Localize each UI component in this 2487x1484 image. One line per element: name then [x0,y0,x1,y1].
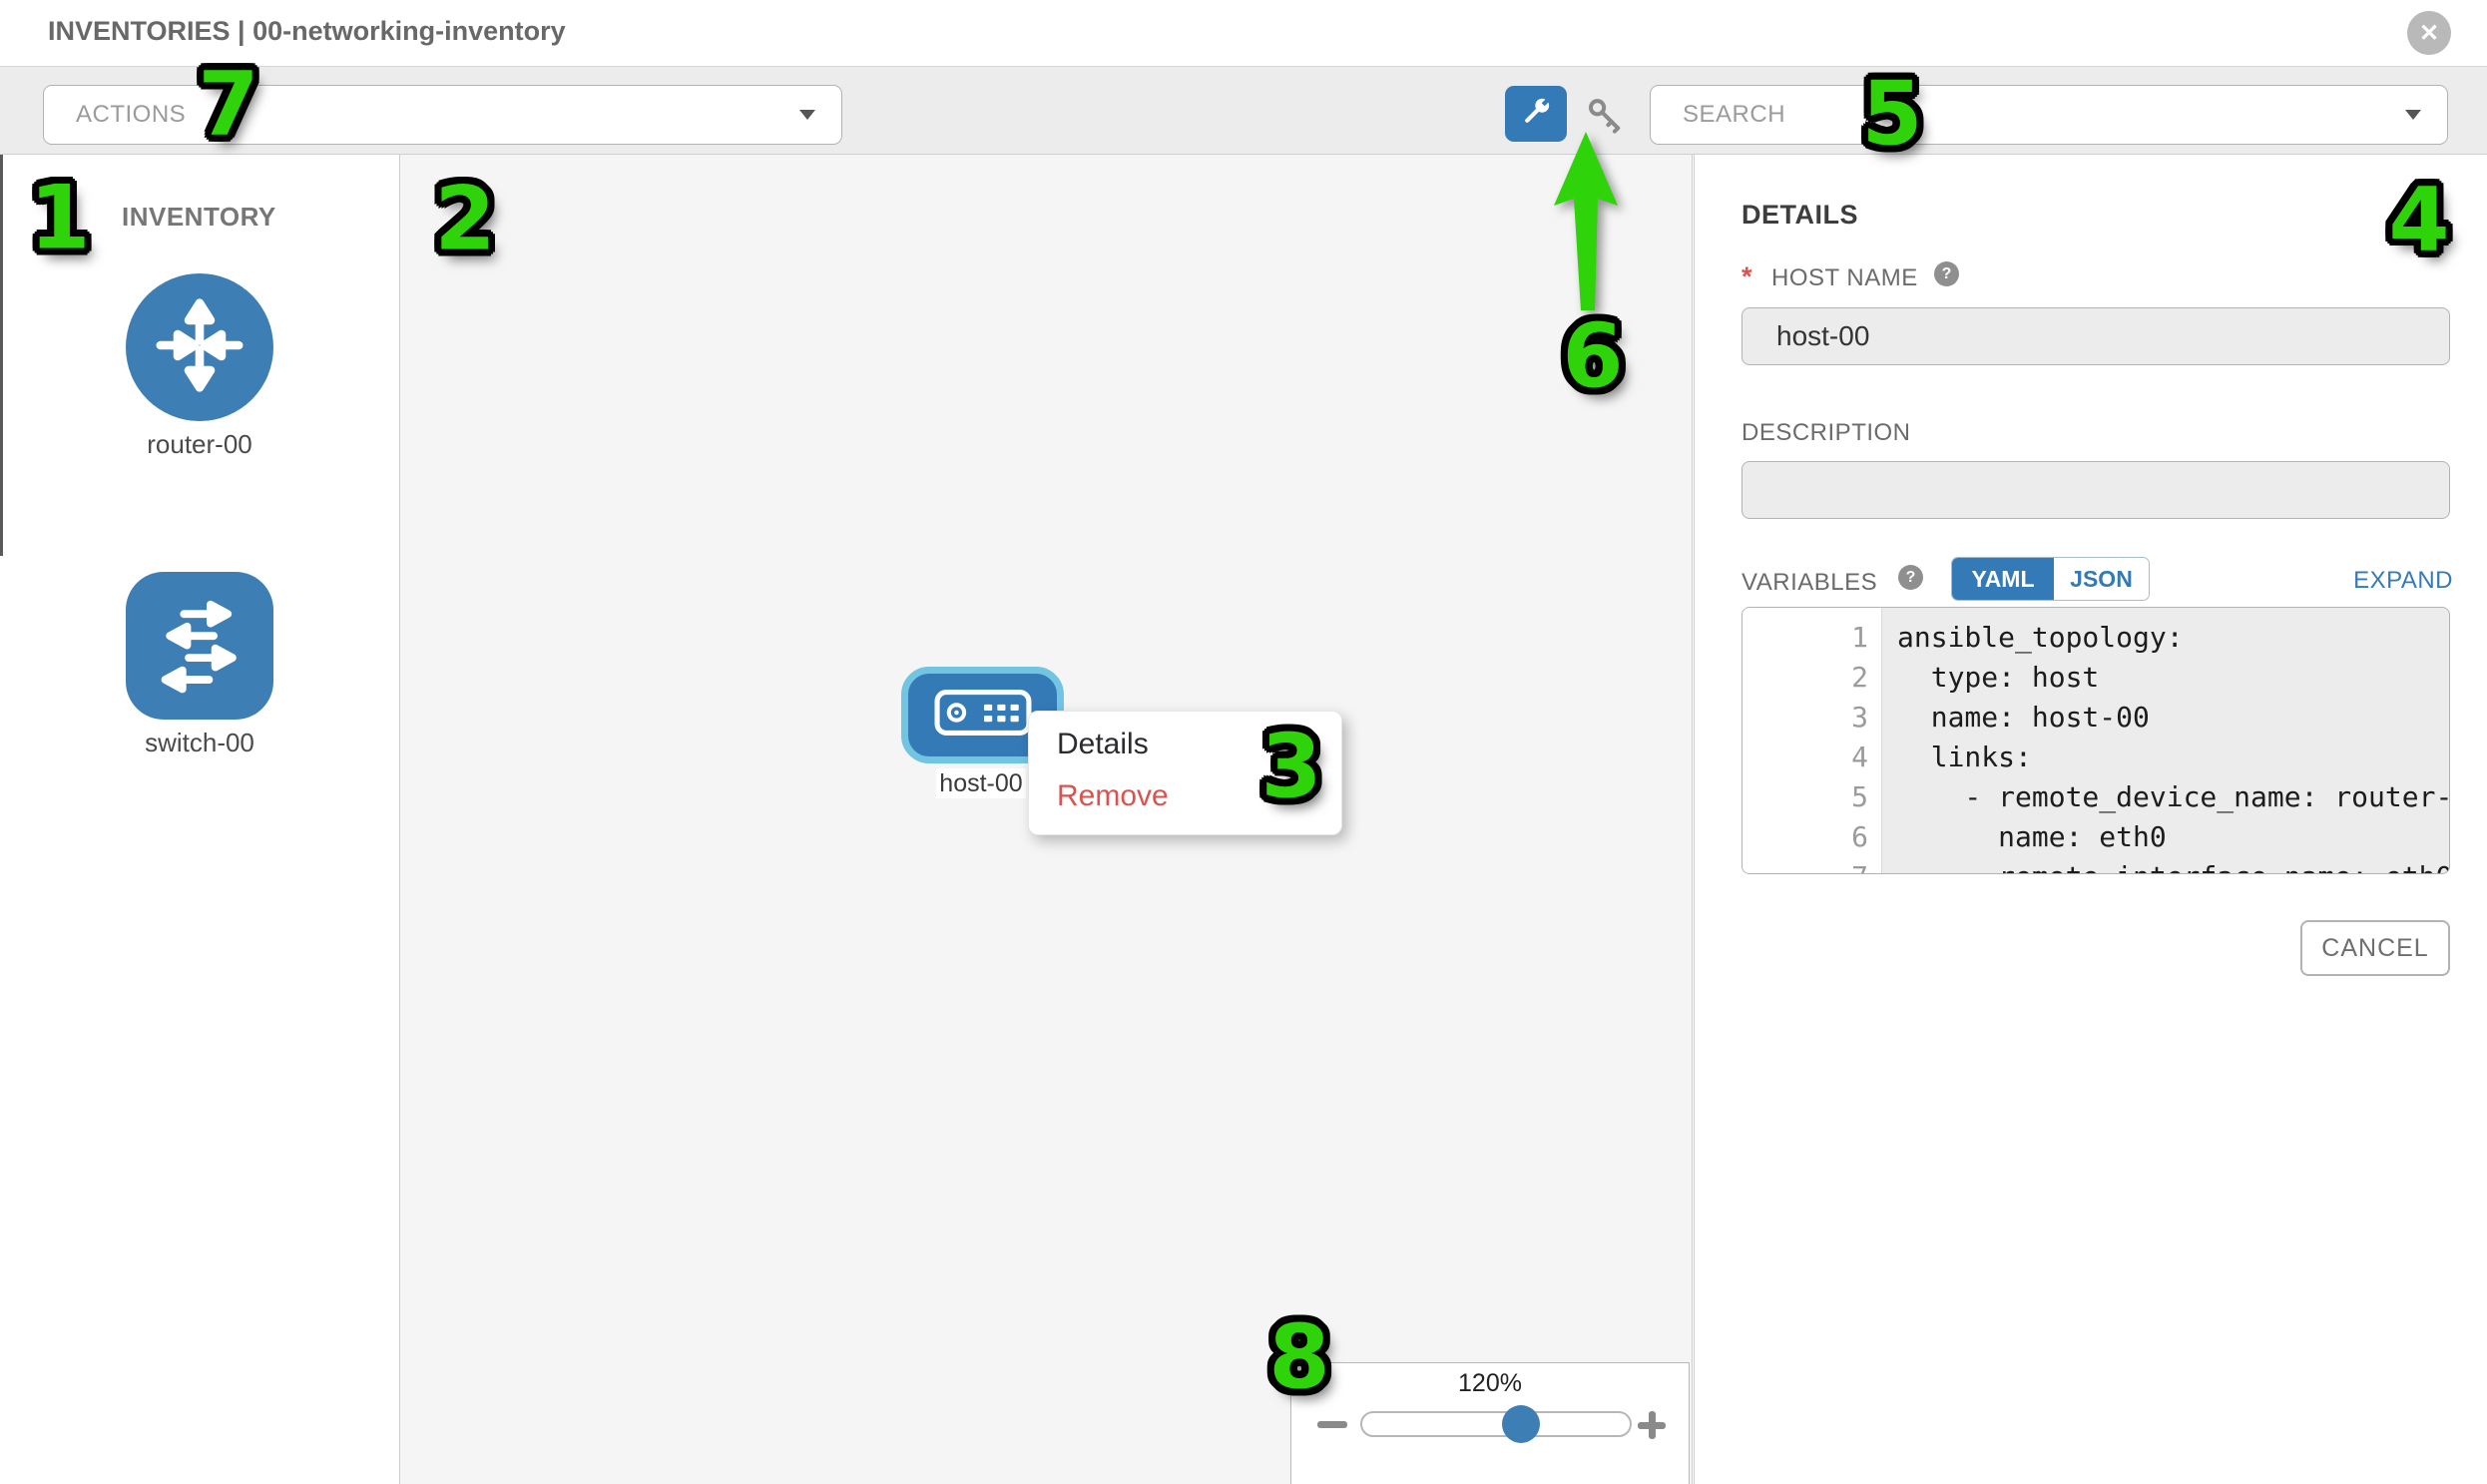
variables-format-toggle: YAML JSON [1951,557,2150,601]
page-title: INVENTORIES | 00-networking-inventory [48,16,566,47]
code-line: type: host [1897,658,2099,698]
annotation-5: 5 [1861,63,1922,166]
inventory-topology-page: INVENTORIES | 00-networking-inventory ✕ … [0,0,2487,1484]
annotation-7: 7 [198,53,258,156]
details-heading: DETAILS [1741,200,1858,231]
variables-label: VARIABLES [1741,569,1877,597]
close-icon: ✕ [2419,19,2439,48]
key-icon [1587,97,1627,140]
variables-code-editor[interactable]: 1 ansible_topology: 2 type: host 3 name:… [1741,607,2450,874]
required-asterisk: * [1741,261,1752,292]
description-label: DESCRIPTION [1741,419,1911,447]
annotation-4: 4 [2388,169,2449,271]
sidebar-item-router[interactable] [126,273,273,421]
zoom-slider-thumb[interactable] [1502,1405,1540,1443]
line-number: 5 [1742,777,1868,817]
tools-button[interactable] [1505,86,1567,142]
code-line: name: eth0 [1897,817,2167,857]
zoom-in-button[interactable] [1638,1411,1666,1439]
toggle-yaml[interactable]: YAML [1952,558,2054,600]
context-menu-item-details[interactable]: Details [1057,728,1149,761]
host-node-label: host-00 [936,768,1026,798]
line-number: 7 [1742,857,1868,874]
description-input[interactable] [1741,461,2450,519]
sidebar-edge-divider [0,155,3,556]
actions-dropdown[interactable]: ACTIONS [43,85,842,145]
zoom-out-button[interactable] [1317,1421,1347,1428]
cancel-button[interactable]: CANCEL [2300,920,2450,976]
host-name-input[interactable] [1741,307,2450,365]
help-icon[interactable]: ? [1934,261,1959,286]
search-dropdown-label: SEARCH [1683,101,1785,129]
sidebar-item-router-label: router-00 [50,429,349,460]
expand-link[interactable]: EXPAND [2353,567,2453,595]
host-icon [934,689,1032,742]
zoom-level-value: 120% [1291,1369,1689,1398]
code-line: name: host-00 [1897,698,2150,738]
context-menu-item-remove[interactable]: Remove [1057,779,1169,813]
line-number: 1 [1742,618,1868,658]
actions-dropdown-label: ACTIONS [76,101,186,129]
close-button[interactable]: ✕ [2407,11,2451,55]
annotation-2: 2 [434,168,495,270]
wrench-icon [1519,95,1553,134]
code-line: links: [1897,738,2032,777]
switch-icon [142,586,257,707]
key-button[interactable] [1585,96,1629,140]
router-icon [142,287,257,408]
line-number: 4 [1742,738,1868,777]
code-line: - remote_device_name: router-00 [1897,777,2450,817]
annotation-8: 8 [1268,1306,1329,1409]
host-name-label: HOST NAME [1771,264,1918,292]
annotation-6: 6 [1562,305,1623,408]
chevron-down-icon [799,110,815,120]
code-line: remote_interface_name: eth0 [1897,857,2450,874]
sidebar-item-switch-label: switch-00 [50,728,349,758]
chevron-down-icon [2405,110,2421,120]
code-line: ansible_topology: [1897,618,2184,658]
zoom-control: 120% [1290,1362,1690,1484]
toggle-json[interactable]: JSON [2054,558,2149,600]
help-icon[interactable]: ? [1898,565,1923,590]
annotation-1: 1 [29,167,90,269]
zoom-slider-track[interactable] [1360,1411,1632,1437]
line-number: 2 [1742,658,1868,698]
line-number: 6 [1742,817,1868,857]
inventory-heading: INVENTORY [122,202,276,233]
search-dropdown[interactable]: SEARCH [1650,85,2448,145]
sidebar-item-switch[interactable] [126,572,273,720]
annotation-3: 3 [1260,716,1321,818]
line-number: 3 [1742,698,1868,738]
